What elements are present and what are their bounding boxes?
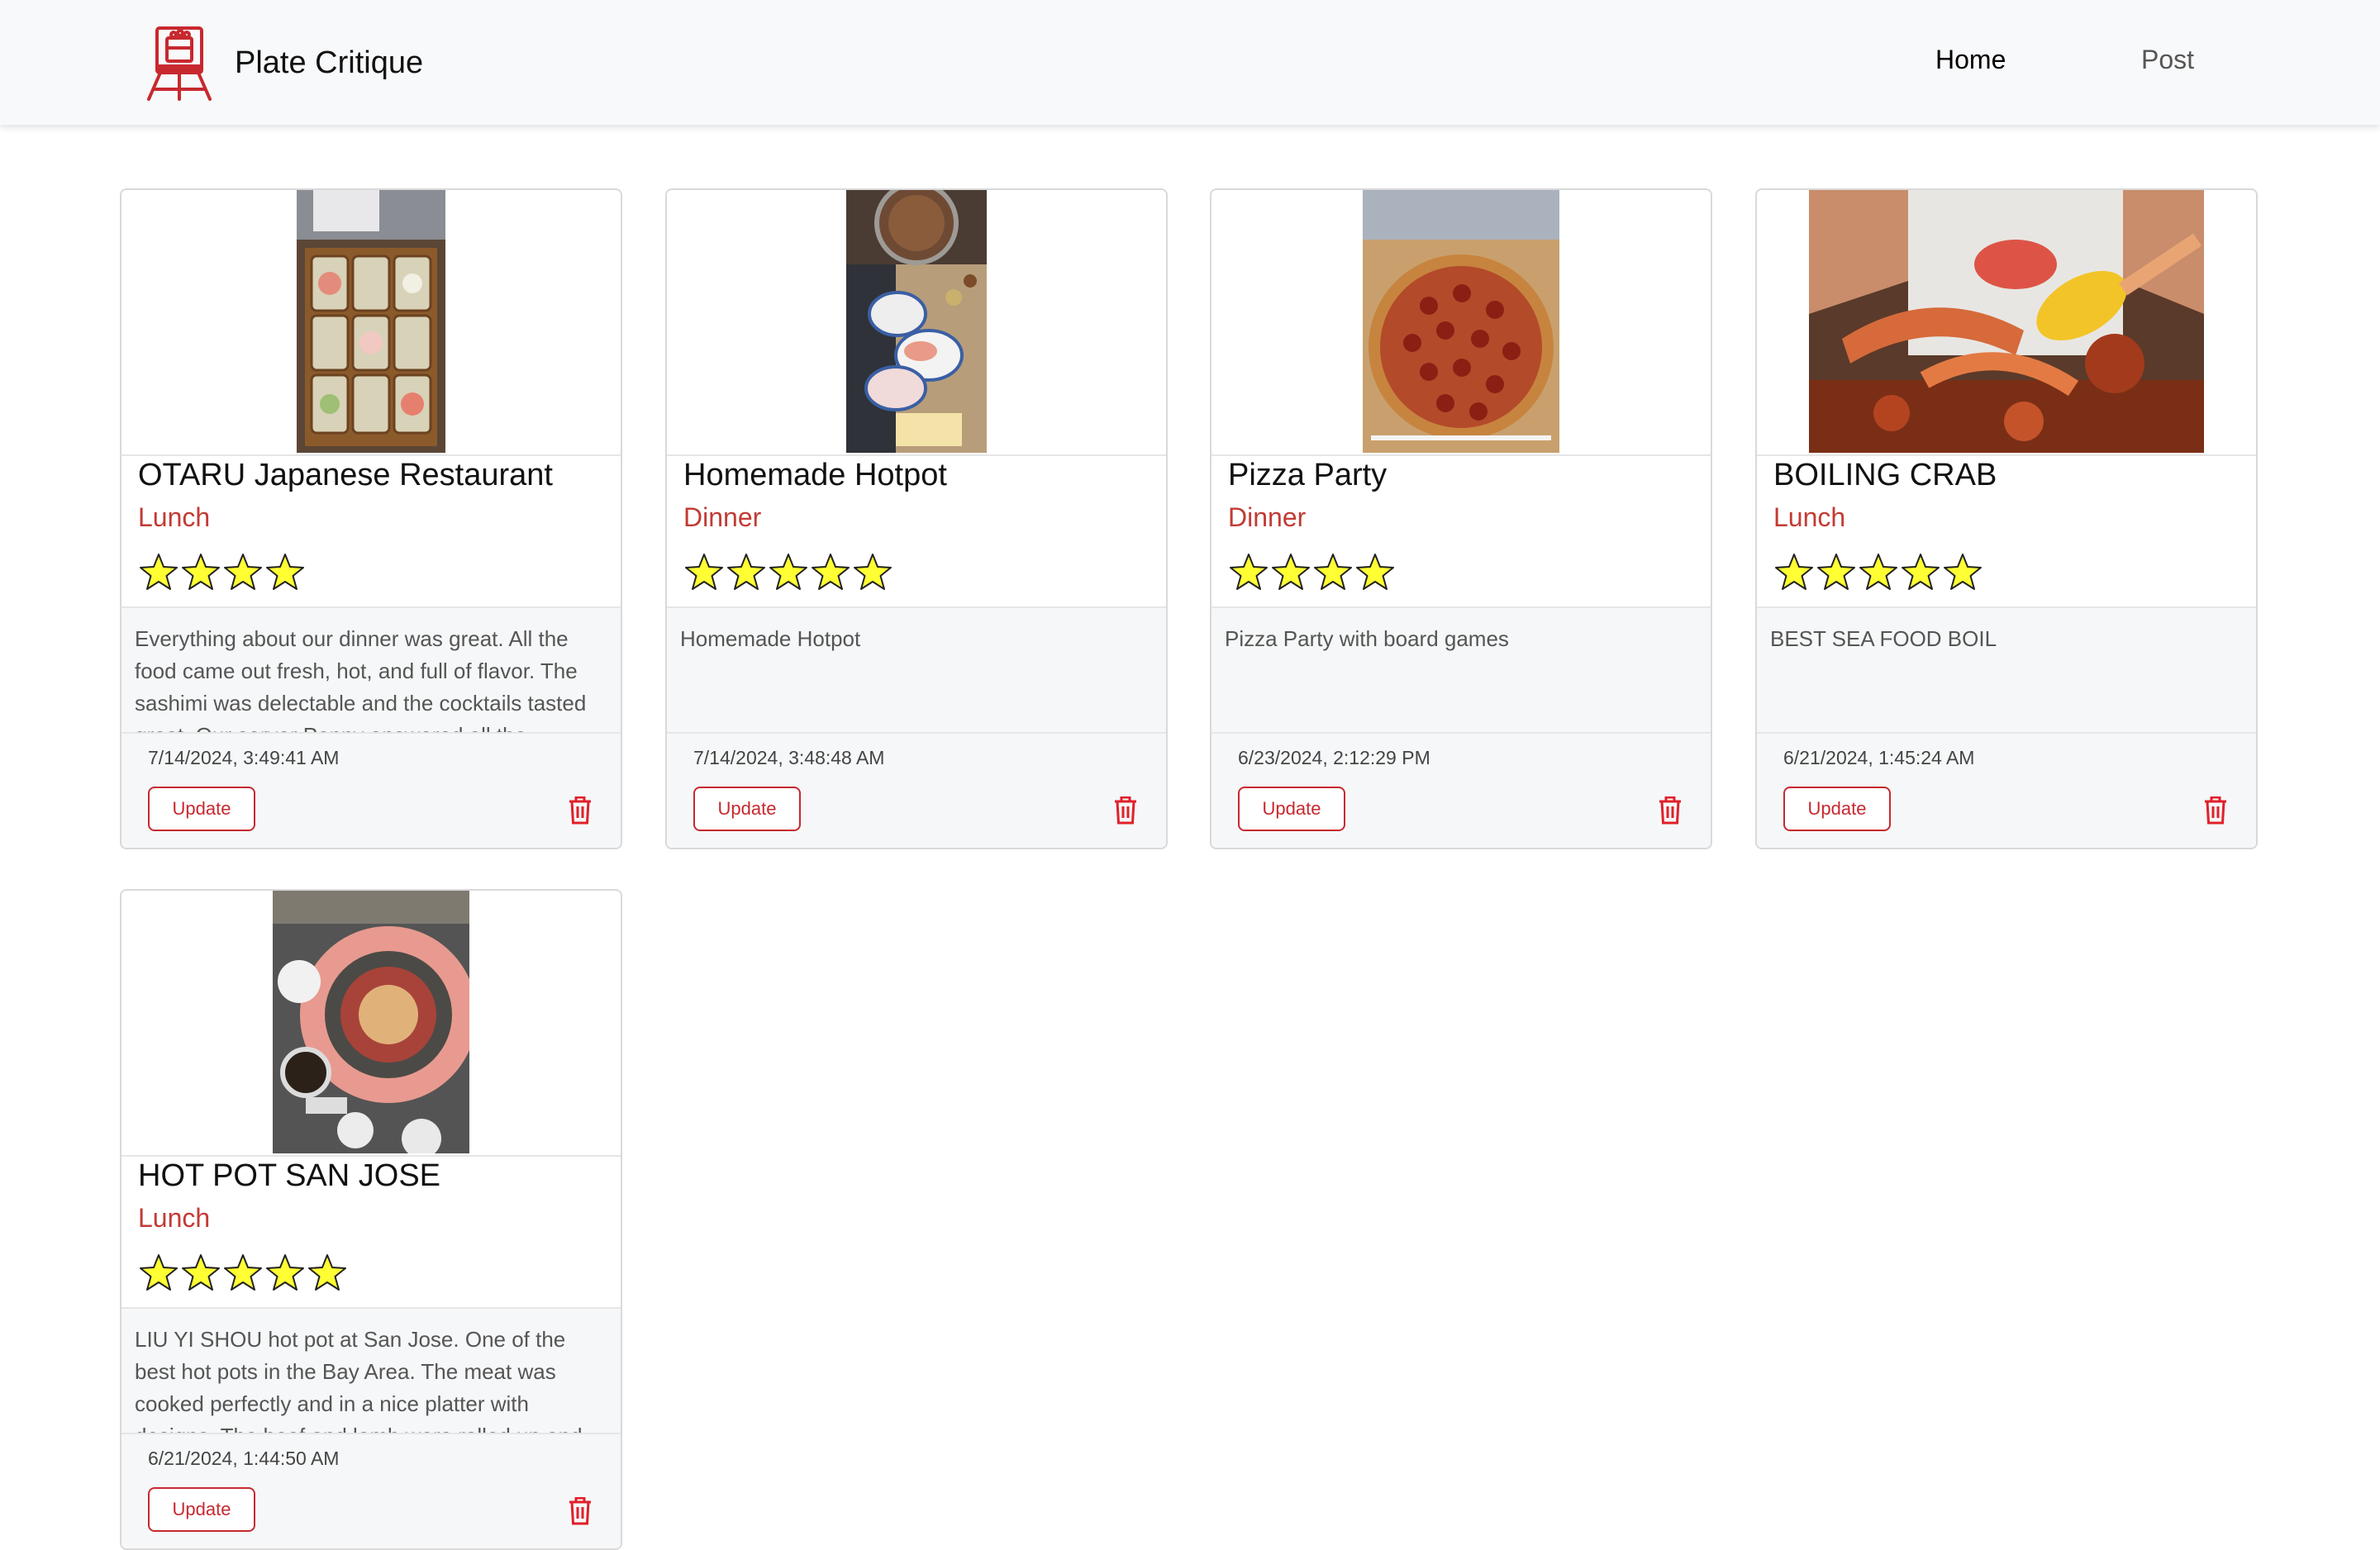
- star-icon: [812, 554, 850, 590]
- star-rating: [138, 552, 306, 593]
- update-button[interactable]: Update: [693, 787, 801, 831]
- meal-type: Lunch: [138, 502, 211, 532]
- card-title: BOILING CRAB: [1773, 458, 1997, 492]
- star-icon: [769, 554, 807, 590]
- meal-type: Lunch: [1773, 502, 1846, 532]
- update-button[interactable]: Update: [1238, 787, 1345, 831]
- card-image-container: [667, 190, 1166, 456]
- card-image-container: [121, 891, 621, 1157]
- star-icon: [140, 1254, 178, 1291]
- star-icon: [182, 1254, 220, 1291]
- card-title: Homemade Hotpot: [683, 458, 947, 492]
- timestamp: 6/21/2024, 1:44:50 AM: [148, 1448, 340, 1469]
- meal-type: Lunch: [138, 1203, 211, 1233]
- trash-icon[interactable]: [568, 796, 593, 825]
- card-description: Everything about our dinner was great. A…: [121, 606, 621, 734]
- card-title: OTARU Japanese Restaurant: [138, 458, 553, 492]
- star-icon: [1817, 554, 1855, 590]
- star-icon: [224, 1254, 262, 1291]
- nav-link-home[interactable]: Home: [1935, 45, 2006, 75]
- star-rating: [683, 552, 893, 593]
- trash-icon[interactable]: [1113, 796, 1138, 825]
- review-card: OTARU Japanese Restaurant Lunch Everythi…: [120, 188, 622, 849]
- star-icon: [1775, 554, 1813, 590]
- star-icon: [1272, 554, 1310, 590]
- star-icon: [182, 554, 220, 590]
- star-icon: [1944, 554, 1982, 590]
- food-photo: [1809, 190, 2204, 453]
- card-description: LIU YI SHOU hot pot at San Jose. One of …: [121, 1307, 621, 1434]
- timestamp: 7/14/2024, 3:49:41 AM: [148, 747, 340, 768]
- food-photo: [846, 190, 987, 453]
- star-icon: [266, 1254, 304, 1291]
- card-title: HOT POT SAN JOSE: [138, 1158, 441, 1193]
- star-icon: [1356, 554, 1394, 590]
- food-photo: [273, 891, 469, 1153]
- timestamp: 6/23/2024, 2:12:29 PM: [1238, 747, 1430, 768]
- star-icon: [140, 554, 178, 590]
- star-icon: [266, 554, 304, 590]
- review-card: HOT POT SAN JOSE Lunch LIU YI SHOU hot p…: [120, 889, 622, 1550]
- star-rating: [1773, 552, 1983, 593]
- star-icon: [854, 554, 892, 590]
- star-icon: [1314, 554, 1352, 590]
- review-card: BOILING CRAB Lunch BEST SEA FOOD BOIL 6/…: [1755, 188, 2258, 849]
- star-icon: [1859, 554, 1897, 590]
- card-image-container: [121, 190, 621, 456]
- brand[interactable]: Plate Critique: [142, 23, 423, 102]
- card-image-container: [1211, 190, 1711, 456]
- meal-type: Dinner: [683, 502, 762, 532]
- timestamp: 6/21/2024, 1:45:24 AM: [1783, 747, 1975, 768]
- star-rating: [1228, 552, 1396, 593]
- card-image-container: [1757, 190, 2256, 456]
- menu-board-logo-icon: [147, 26, 212, 101]
- update-button[interactable]: Update: [148, 1487, 255, 1532]
- trash-icon[interactable]: [2203, 796, 2228, 825]
- top-navbar: Plate Critique Home Post: [0, 0, 2380, 125]
- star-icon: [308, 1254, 346, 1291]
- meal-type: Dinner: [1228, 502, 1307, 532]
- star-icon: [224, 554, 262, 590]
- card-description: Pizza Party with board games: [1211, 606, 1711, 734]
- trash-icon[interactable]: [1658, 796, 1683, 825]
- star-icon: [727, 554, 765, 590]
- card-description: BEST SEA FOOD BOIL: [1757, 606, 2256, 734]
- food-photo: [297, 190, 445, 453]
- review-card: Pizza Party Dinner Pizza Party with boar…: [1210, 188, 1712, 849]
- nav-link-post[interactable]: Post: [2141, 45, 2194, 75]
- update-button[interactable]: Update: [148, 787, 255, 831]
- card-title: Pizza Party: [1228, 458, 1388, 492]
- update-button[interactable]: Update: [1783, 787, 1891, 831]
- star-icon: [1902, 554, 1940, 590]
- star-icon: [685, 554, 723, 590]
- star-icon: [1230, 554, 1268, 590]
- star-rating: [138, 1253, 348, 1294]
- review-card: Homemade Hotpot Dinner Homemade Hotpot 7…: [665, 188, 1168, 849]
- trash-icon[interactable]: [568, 1497, 593, 1525]
- brand-name: Plate Critique: [235, 45, 424, 80]
- food-photo: [1363, 190, 1559, 453]
- timestamp: 7/14/2024, 3:48:48 AM: [693, 747, 885, 768]
- card-description: Homemade Hotpot: [667, 606, 1166, 734]
